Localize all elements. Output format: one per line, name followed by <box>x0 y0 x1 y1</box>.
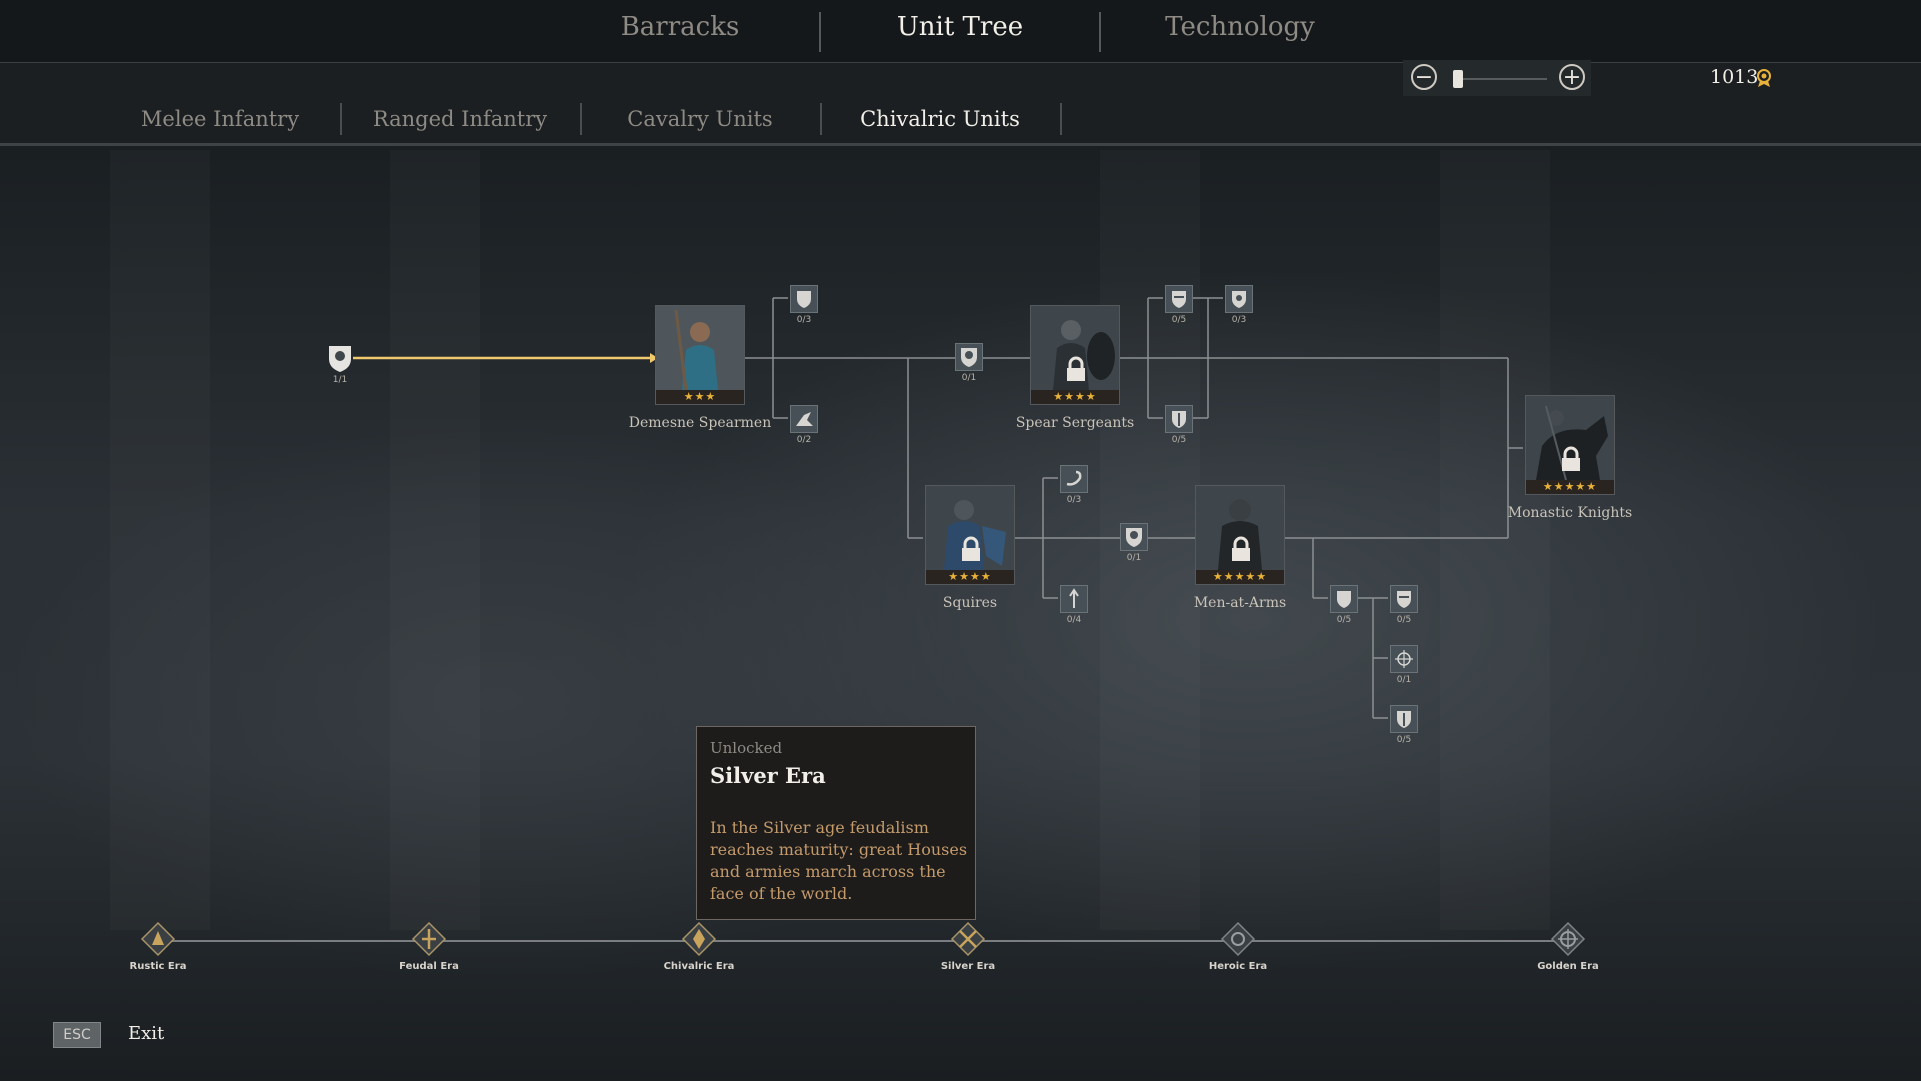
rustic-era-icon[interactable] <box>140 921 176 957</box>
node-count: 0/5 <box>1171 435 1187 445</box>
spear-icon[interactable] <box>1060 585 1088 613</box>
tooltip-title: Silver Era <box>710 763 826 788</box>
era-label: Heroic Era <box>1208 961 1268 972</box>
node-count: 0/5 <box>1396 735 1412 745</box>
unit-label: Squires <box>942 595 998 611</box>
unit-label: Monastic Knights <box>1507 505 1633 521</box>
lock-icon <box>1067 356 1085 381</box>
node-count: 0/3 <box>1066 495 1082 505</box>
golden-era-icon[interactable] <box>1550 921 1586 957</box>
tier-stars: ★★★★★ <box>1526 480 1614 494</box>
tier-stars: ★★★ <box>656 390 744 404</box>
era-label: Golden Era <box>1537 961 1599 972</box>
node-count: 0/5 <box>1171 315 1187 325</box>
era-label: Silver Era <box>940 961 996 972</box>
unit-card-demesne-spearmen[interactable]: ★★★ <box>655 305 745 405</box>
soldier-portrait-icon <box>656 306 744 391</box>
tier-stars: ★★★★ <box>926 570 1014 584</box>
shield-icon[interactable] <box>1225 285 1253 313</box>
shield-icon[interactable] <box>1165 285 1193 313</box>
lock-icon <box>1232 536 1250 561</box>
shield-icon[interactable] <box>1165 405 1193 433</box>
node-count: 0/3 <box>796 315 812 325</box>
shield-icon[interactable] <box>1390 585 1418 613</box>
crest-icon[interactable] <box>1120 523 1148 551</box>
shield-icon[interactable] <box>1330 585 1358 613</box>
heroic-era-icon[interactable] <box>1220 921 1256 957</box>
node-count: 0/1 <box>961 373 977 383</box>
feudal-era-icon[interactable] <box>411 921 447 957</box>
node-count: 0/3 <box>1231 315 1247 325</box>
era-label: Rustic Era <box>129 961 187 972</box>
crest-icon[interactable] <box>325 343 355 373</box>
silver-era-icon[interactable] <box>950 921 986 957</box>
tooltip-body: In the Silver age feudalism reaches matu… <box>710 818 968 903</box>
slash-icon[interactable] <box>1060 465 1088 493</box>
era-label: Feudal Era <box>399 961 459 972</box>
node-count: 0/1 <box>1126 553 1142 563</box>
tier-stars: ★★★★ <box>1031 390 1119 404</box>
crest-icon[interactable] <box>955 343 983 371</box>
unit-card-squires[interactable]: ★★★★ <box>925 485 1015 585</box>
node-count: 0/2 <box>796 435 812 445</box>
chivalric-era-icon[interactable] <box>681 921 717 957</box>
unit-card-spear-sergeants[interactable]: ★★★★ <box>1030 305 1120 405</box>
exit-button[interactable]: Exit <box>128 1023 164 1044</box>
esc-key-hint[interactable]: ESC <box>53 1022 101 1048</box>
unit-card-men-at-arms[interactable]: ★★★★★ <box>1195 485 1285 585</box>
node-count: 0/5 <box>1396 615 1412 625</box>
lock-icon <box>962 536 980 561</box>
era-label: Chivalric Era <box>663 961 735 972</box>
unit-label: Demesne Spearmen <box>628 415 772 431</box>
lock-icon <box>1562 446 1580 471</box>
node-count: 1/1 <box>332 375 348 385</box>
node-count: 0/5 <box>1336 615 1352 625</box>
unit-card-monastic-knights[interactable]: ★★★★★ <box>1525 395 1615 495</box>
node-count: 0/4 <box>1066 615 1082 625</box>
tier-stars: ★★★★★ <box>1196 570 1284 584</box>
era-tooltip: Unlocked Silver Era In the Silver age fe… <box>696 726 976 920</box>
kneel-icon[interactable] <box>790 405 818 433</box>
shield-icon[interactable] <box>790 285 818 313</box>
tooltip-status: Unlocked <box>710 739 783 757</box>
era-timeline-line <box>158 940 1570 942</box>
target-icon[interactable] <box>1390 645 1418 673</box>
unit-label: Spear Sergeants <box>1015 415 1135 431</box>
node-count: 0/1 <box>1396 675 1412 685</box>
unit-label: Men-at-Arms <box>1193 595 1287 611</box>
shield-icon[interactable] <box>1390 705 1418 733</box>
